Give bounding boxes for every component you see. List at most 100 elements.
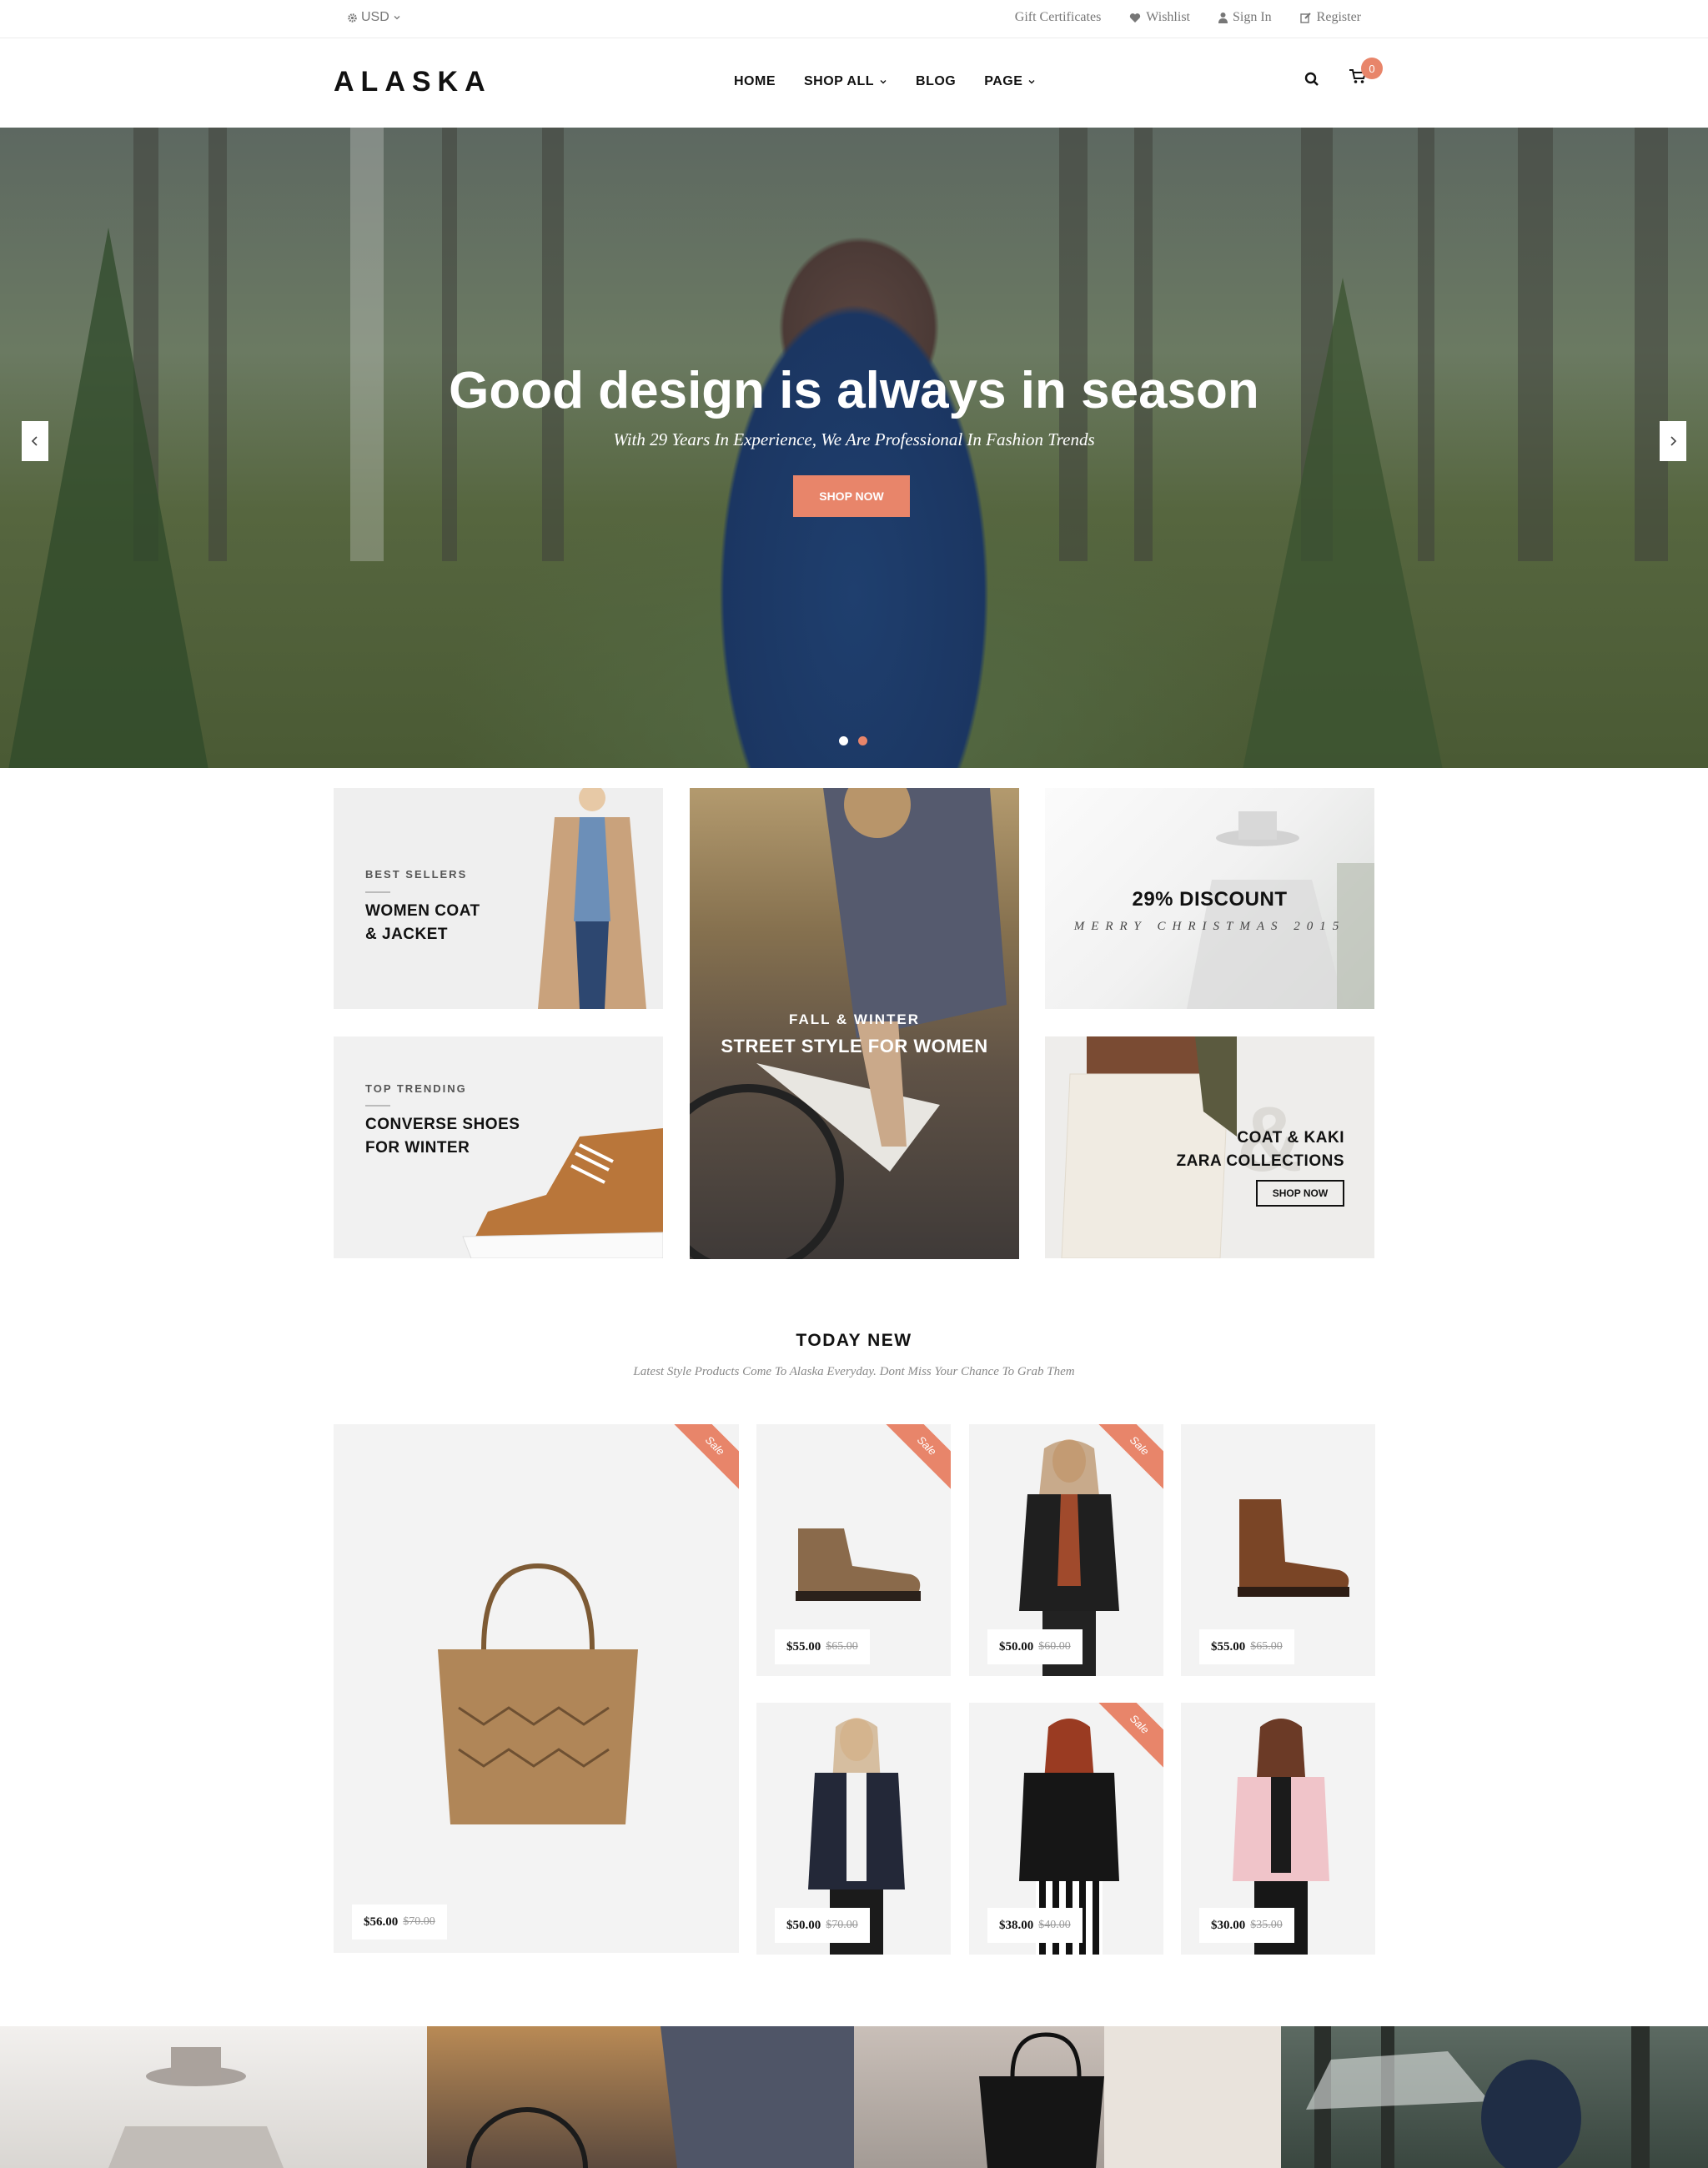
instagram-image-handbag <box>979 2026 1281 2168</box>
nav-page-label: PAGE <box>984 74 1023 88</box>
sign-in-link[interactable]: Sign In <box>1218 10 1272 25</box>
banner-title-line2: & JACKET <box>365 926 449 943</box>
product-card[interactable]: Sale $50.00 $60.00 <box>969 1424 1163 1676</box>
hero-dot-1[interactable] <box>839 736 848 745</box>
price-tag: $38.00 $40.00 <box>987 1908 1083 1943</box>
top-bar: USD Gift Certificates Wishlist Sign In R… <box>0 0 1708 38</box>
chevron-left-icon <box>31 436 38 446</box>
section-title: TODAY NEW <box>796 1331 912 1350</box>
banner-shop-now-button[interactable]: SHOP NOW <box>1256 1180 1344 1207</box>
nav-home[interactable]: HOME <box>734 74 776 89</box>
sale-badge: Sale <box>666 1424 739 1494</box>
pants-image <box>1061 1036 1237 1258</box>
banner-eyebrow: FALL & WINTER <box>789 1011 920 1027</box>
gear-icon <box>348 13 357 23</box>
product-card[interactable]: $50.00 $70.00 <box>756 1703 951 1955</box>
price-tag: $56.00 $70.00 <box>352 1905 447 1940</box>
price-old: $60.00 <box>1038 1640 1071 1653</box>
wishlist-link[interactable]: Wishlist <box>1129 10 1190 25</box>
price-current: $38.00 <box>999 1918 1034 1932</box>
chevron-down-icon <box>394 16 400 20</box>
product-card[interactable]: $30.00 $35.00 <box>1181 1703 1375 1955</box>
heart-icon <box>1130 13 1141 23</box>
banner-title-line2: ZARA COLLECTIONS <box>1176 1152 1344 1170</box>
edit-icon <box>1299 13 1311 23</box>
product-card[interactable]: Sale $38.00 $40.00 <box>969 1703 1163 1955</box>
currency-selector[interactable]: USD <box>347 10 401 25</box>
nav-shop-all-label: SHOP ALL <box>804 74 875 88</box>
banner-eyebrow: TOP TRENDING <box>365 1082 467 1095</box>
banner-title-line1: COAT & KAKI <box>1237 1129 1344 1147</box>
product-image-leather-boot <box>796 1528 921 1601</box>
banner-title: STREET STYLE FOR WOMEN <box>721 1036 988 1056</box>
price-old: $65.00 <box>826 1640 858 1653</box>
banner-street-style[interactable]: FALL & WINTER STREET STYLE FOR WOMEN <box>690 788 1019 1259</box>
price-tag: $55.00 $65.00 <box>775 1629 870 1664</box>
price-tag: $50.00 $60.00 <box>987 1629 1083 1664</box>
banner-eyebrow: BEST SELLERS <box>365 868 468 881</box>
instagram-tile[interactable] <box>427 2026 854 2168</box>
nav-blog[interactable]: BLOG <box>916 74 956 89</box>
chevron-down-icon <box>880 80 887 84</box>
instagram-image-cyclist <box>466 2026 854 2168</box>
hero-subtitle: With 29 Years In Experience, We Are Prof… <box>613 429 1095 449</box>
register-label: Register <box>1316 10 1361 24</box>
sneaker-image <box>462 1128 663 1258</box>
banner-title-line1: CONVERSE SHOES <box>365 1116 520 1133</box>
product-card[interactable]: Sale $55.00 $65.00 <box>756 1424 951 1676</box>
hero-title: Good design is always in season <box>449 362 1259 419</box>
price-old: $65.00 <box>1250 1640 1283 1653</box>
gift-certificates-link[interactable]: Gift Certificates <box>1015 10 1102 25</box>
chevron-down-icon <box>1028 80 1035 84</box>
price-old: $70.00 <box>826 1919 858 1931</box>
banner-zara-collections[interactable]: & COAT & KAKI ZARA COLLECTIONS SHOP NOW <box>1045 1036 1374 1258</box>
instagram-tile[interactable] <box>0 2026 427 2168</box>
price-current: $50.00 <box>786 1918 821 1932</box>
main-nav: HOME SHOP ALL BLOG PAGE <box>734 74 1036 89</box>
banner-subtitle: MERRY CHRISTMAS 2015 <box>1073 920 1346 933</box>
banner-title: 29% DISCOUNT <box>1132 888 1288 911</box>
cart-button[interactable]: 0 <box>1349 58 1383 88</box>
hero-dot-2[interactable] <box>858 736 867 745</box>
banner-title-line2: FOR WINTER <box>365 1139 470 1157</box>
hero-pagination <box>839 736 867 745</box>
price-tag: $55.00 $65.00 <box>1199 1629 1294 1664</box>
product-image-chelsea-boot <box>1238 1499 1349 1597</box>
hero-prev-button[interactable] <box>22 421 48 461</box>
wishlist-label: Wishlist <box>1146 10 1190 24</box>
banner-top-trending[interactable]: TOP TRENDING CONVERSE SHOES FOR WINTER <box>334 1036 663 1258</box>
price-current: $55.00 <box>1211 1639 1246 1654</box>
price-old: $70.00 <box>403 1915 435 1928</box>
price-current: $50.00 <box>999 1639 1034 1654</box>
product-card[interactable]: $55.00 $65.00 <box>1181 1424 1375 1676</box>
section-subtitle: Latest Style Products Come To Alaska Eve… <box>633 1365 1075 1378</box>
nav-shop-all[interactable]: SHOP ALL <box>804 74 887 89</box>
hero-next-button[interactable] <box>1660 421 1686 461</box>
sign-in-label: Sign In <box>1233 10 1272 24</box>
instagram-tile[interactable] <box>854 2026 1281 2168</box>
site-logo[interactable]: ALASKA <box>334 66 492 98</box>
price-current: $55.00 <box>786 1639 821 1654</box>
instagram-image-hat-man <box>108 2047 284 2168</box>
coat-model-image <box>538 788 646 1009</box>
product-card[interactable]: Sale $56.00 $70.00 <box>334 1424 739 1953</box>
instagram-image-forest <box>1306 2026 1650 2168</box>
site-header: ALASKA HOME SHOP ALL BLOG PAGE 0 <box>0 39 1708 128</box>
price-tag: $50.00 $70.00 <box>775 1908 870 1943</box>
banner-discount[interactable]: 29% DISCOUNT MERRY CHRISTMAS 2015 <box>1045 788 1374 1009</box>
instagram-tile[interactable] <box>1281 2026 1708 2168</box>
product-image-tote-bag <box>438 1563 638 1824</box>
user-icon <box>1218 13 1228 23</box>
nav-page[interactable]: PAGE <box>984 74 1036 89</box>
banner-best-sellers[interactable]: BEST SELLERS WOMEN COAT & JACKET <box>334 788 663 1009</box>
price-old: $40.00 <box>1038 1919 1071 1931</box>
search-icon[interactable] <box>1304 72 1319 87</box>
price-current: $56.00 <box>364 1915 399 1929</box>
banner-title-line1: WOMEN COAT <box>365 902 480 920</box>
hero-shop-now-button[interactable]: SHOP NOW <box>793 475 910 517</box>
price-old: $35.00 <box>1250 1919 1283 1931</box>
currency-label: USD <box>361 10 389 24</box>
hero-slider: Good design is always in season With 29 … <box>0 128 1708 768</box>
sale-badge: Sale <box>878 1424 951 1494</box>
register-link[interactable]: Register <box>1299 10 1361 25</box>
